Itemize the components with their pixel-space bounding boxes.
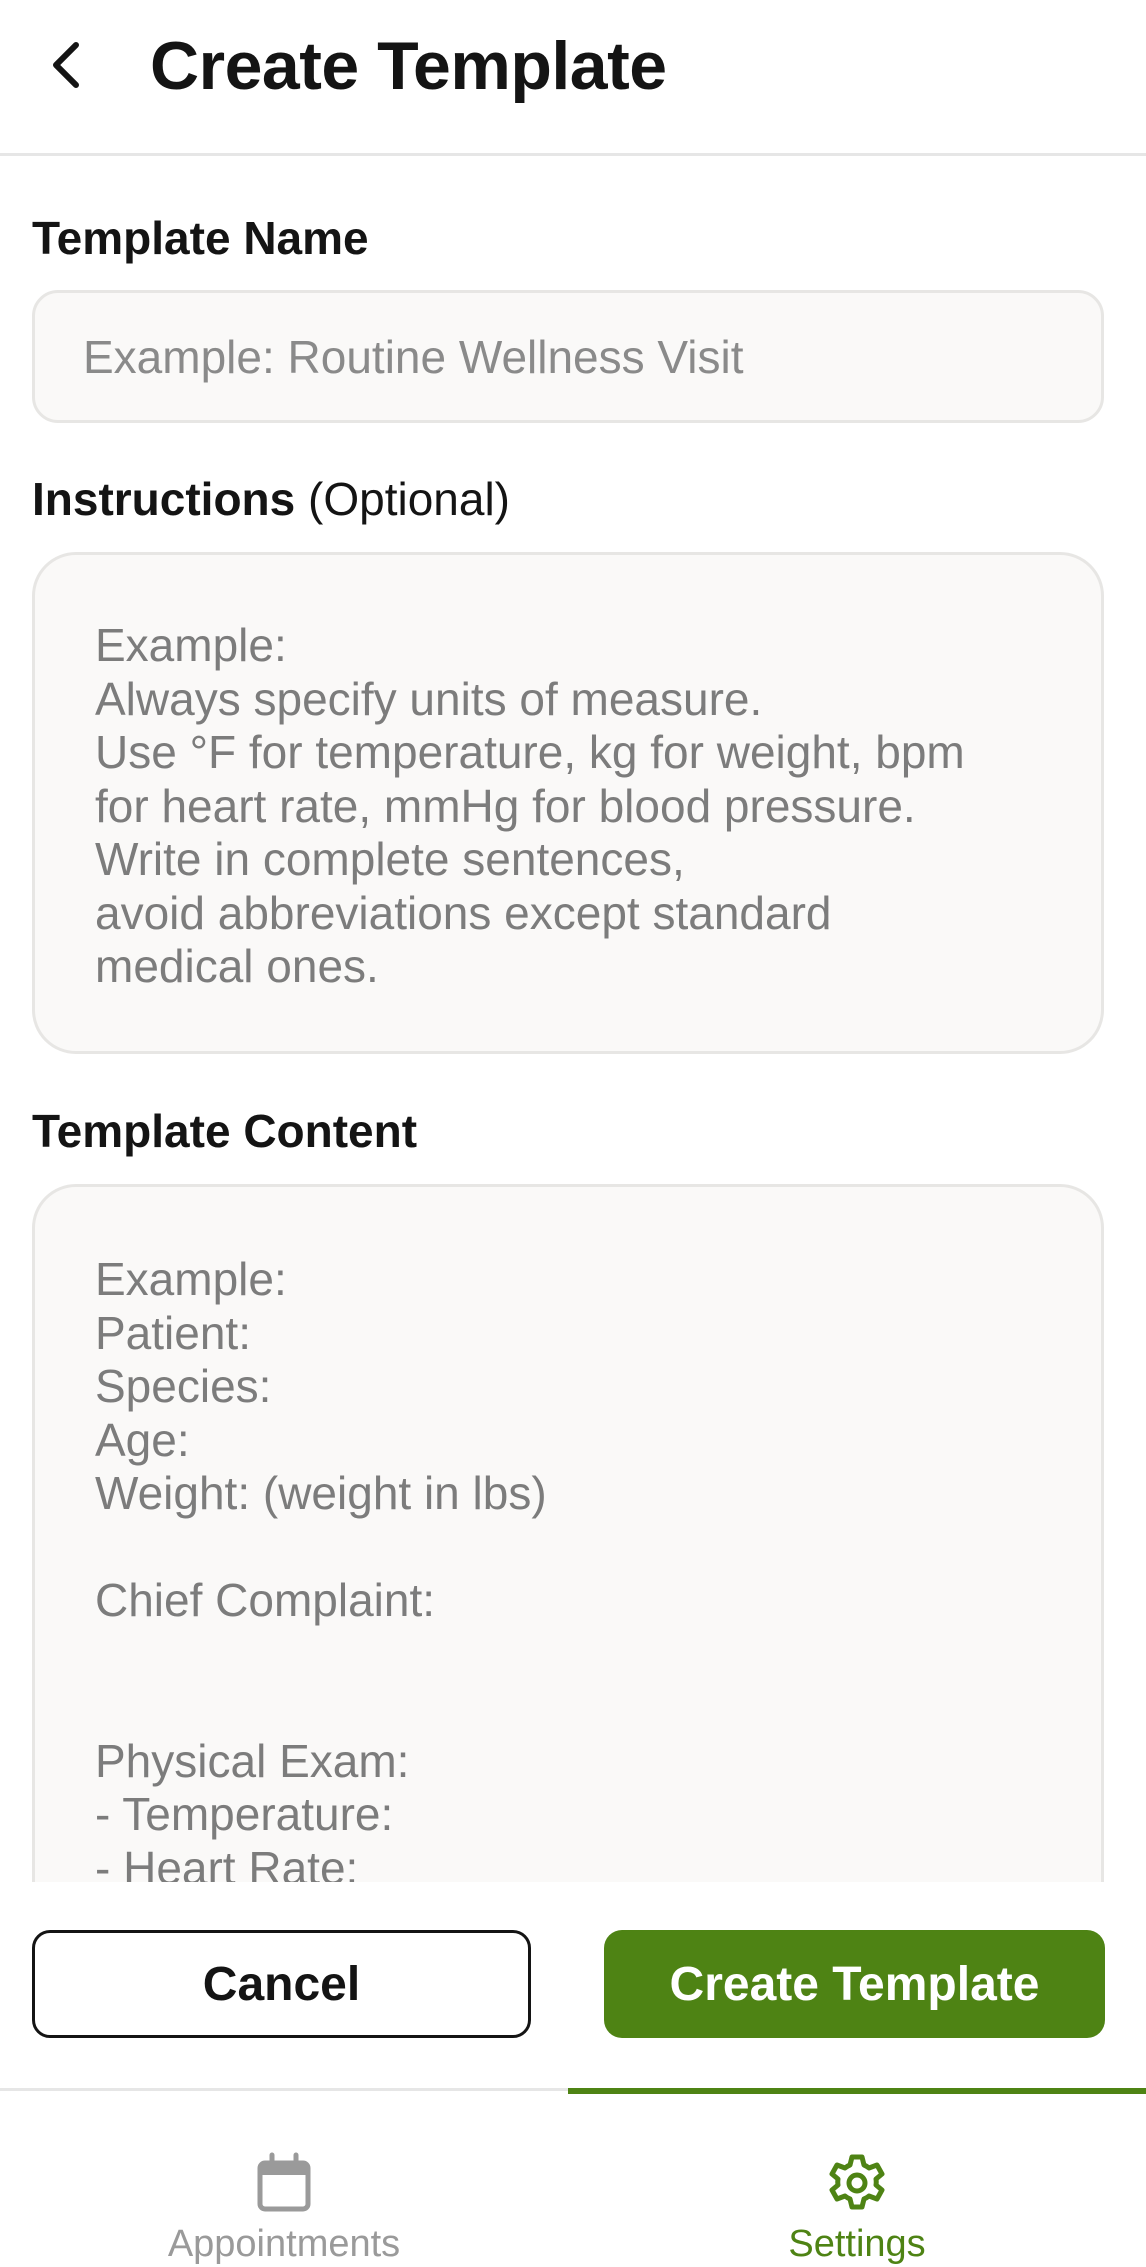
template-content-textarea[interactable]: Example: Patient: Species: Age: Weight: … [32,1184,1104,1944]
instructions-label: Instructions (Optional) [32,471,510,527]
template-name-label: Template Name [32,212,369,264]
cancel-button[interactable]: Cancel [32,1930,531,2038]
template-name-input[interactable] [83,329,1101,384]
tab-appointments[interactable]: Appointments [0,2091,568,2266]
template-content-label: Template Content [32,1105,418,1157]
back-button[interactable] [40,30,92,100]
tab-settings[interactable]: Settings [568,2088,1146,2266]
tab-settings-label: Settings [788,2223,926,2265]
instructions-textarea[interactable]: Example: Always specify units of measure… [32,552,1104,1054]
bottom-tab-bar: Appointments Settings [0,2088,1146,2266]
chevron-left-icon [53,42,79,88]
tab-appointments-label: Appointments [167,2223,401,2265]
action-bar: Cancel Create Template [0,1882,1146,2088]
optional-note: (Optional) [308,473,510,525]
create-template-button[interactable]: Create Template [604,1930,1105,2038]
instructions-label-text: Instructions [32,473,296,525]
page-title: Create Template [150,28,667,104]
calendar-icon [257,2152,311,2212]
gear-icon [829,2154,885,2210]
active-tab-indicator [568,2088,1146,2094]
template-name-field[interactable] [32,290,1104,423]
app-header: Create Template [0,0,1146,156]
